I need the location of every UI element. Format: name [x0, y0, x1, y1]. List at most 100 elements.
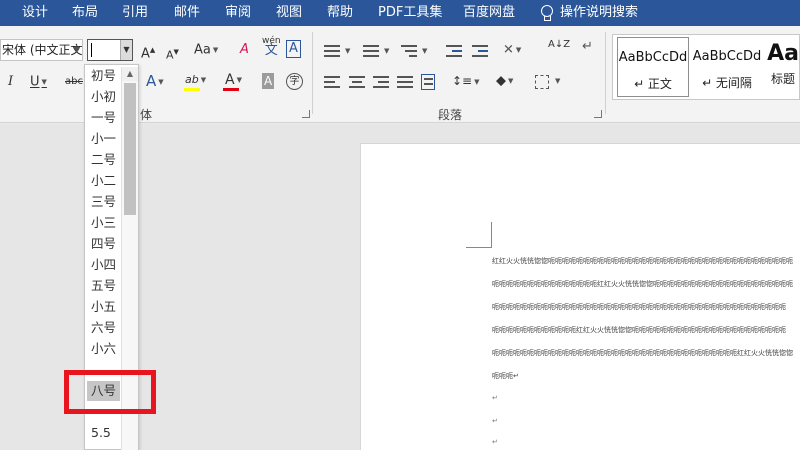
font-color-button[interactable]: A ▼ — [225, 72, 242, 88]
borders-dropdown[interactable]: ▼ — [553, 73, 560, 90]
paint-bucket-icon: ◆ — [496, 73, 506, 89]
tab-design[interactable]: 设计 — [22, 0, 48, 26]
font-size-option[interactable]: 初号 — [91, 66, 116, 86]
tell-me-label: 操作说明搜索 — [560, 5, 639, 20]
bullets-icon[interactable] — [324, 45, 340, 57]
style-no-spacing[interactable]: AaBbCcDd ↵ 无间隔 — [691, 37, 763, 97]
font-size-option[interactable]: 小三 — [91, 213, 116, 233]
numbering-dropdown[interactable]: ▼ — [382, 43, 389, 60]
grow-font-button[interactable]: A▲ — [141, 42, 155, 62]
font-dialog-launcher-icon[interactable] — [302, 110, 310, 118]
font-size-option[interactable]: 小二 — [91, 171, 116, 191]
font-size-option[interactable]: 四号 — [91, 234, 116, 254]
italic-button[interactable]: I — [8, 74, 13, 90]
paragraph-mark: ↵ — [492, 417, 498, 425]
document-line[interactable]: 呃呃呃↵ — [492, 371, 800, 381]
font-size-option[interactable]: 小六 — [91, 339, 116, 359]
clear-format-button[interactable]: A — [240, 42, 249, 58]
shrink-font-button[interactable]: A▼ — [166, 44, 179, 64]
char-border-button[interactable]: A — [286, 40, 301, 58]
borders-icon[interactable] — [535, 75, 549, 89]
style-name: ↵ 无间隔 — [702, 76, 752, 90]
align-left-icon[interactable] — [324, 76, 340, 88]
align-right-icon[interactable] — [373, 76, 389, 88]
enclose-char-button[interactable]: 字 — [286, 73, 303, 90]
document-line[interactable]: 呃呃呃呃呃呃呃呃呃呃呃呃红红火火恍恍惚惚呃呃呃呃呃呃呃呃呃呃呃呃呃呃呃呃呃呃呃呃… — [492, 325, 800, 335]
tab-view[interactable]: 视图 — [276, 0, 302, 26]
paragraph-dialog-launcher-icon[interactable] — [594, 110, 602, 118]
chevron-down-icon[interactable]: ▼ — [120, 40, 132, 60]
char-shading-icon: A — [264, 74, 273, 88]
document-line[interactable]: 呃呃呃呃呃呃呃呃呃呃呃呃呃呃呃呃呃呃呃呃呃呃呃呃呃呃呃呃呃呃呃呃呃呃呃红红火火恍… — [492, 348, 800, 358]
highlighter-icon: ab — [185, 73, 199, 86]
paragraph-mark: ↵ — [492, 394, 498, 402]
font-size-option[interactable]: 三号 — [91, 192, 116, 212]
text-caret — [91, 43, 92, 57]
font-size-option[interactable]: 六号 — [91, 318, 116, 338]
style-sample: Aa — [767, 41, 799, 66]
style-heading[interactable]: Aa 标题 — [763, 37, 800, 97]
distributed-icon[interactable] — [421, 74, 435, 90]
numbering-icon[interactable] — [363, 45, 379, 57]
group-separator — [605, 32, 606, 114]
tab-layout[interactable]: 布局 — [72, 0, 98, 26]
font-size-option[interactable]: 二号 — [91, 150, 116, 170]
shading-button[interactable]: ◆ ▼ — [496, 73, 513, 90]
font-size-option[interactable]: 五号 — [91, 276, 116, 296]
asian-layout-button[interactable]: ✕ ▼ — [503, 42, 521, 59]
chevron-down-icon[interactable]: ▼ — [74, 40, 80, 60]
font-color-icon: A — [225, 72, 235, 88]
enclose-icon: 字 — [289, 76, 300, 87]
align-center-icon[interactable] — [349, 76, 365, 88]
show-marks-icon: ↵ — [582, 39, 593, 54]
style-normal[interactable]: AaBbCcDd ↵ 正文 — [617, 37, 689, 97]
document-line[interactable]: 呃呃呃呃呃呃呃呃呃呃呃呃呃呃呃红红火火恍恍惚惚呃呃呃呃呃呃呃呃呃呃呃呃呃呃呃呃呃… — [492, 279, 800, 289]
strikethrough-button[interactable]: abc — [65, 74, 83, 90]
font-size-option[interactable]: 一号 — [91, 108, 116, 128]
tab-pdf-tools[interactable]: PDF工具集 — [378, 0, 442, 26]
ribbon-tab-bar: 设计 布局 引用 邮件 审阅 视图 帮助 PDF工具集 百度网盘 操作说明搜索 — [0, 0, 800, 26]
shrink-font-icon: A — [166, 48, 174, 62]
increase-indent-icon[interactable] — [472, 45, 488, 57]
style-sample: AaBbCcDd — [692, 49, 762, 64]
sort-button[interactable]: A↓Z — [548, 40, 570, 50]
document-page[interactable] — [360, 143, 800, 450]
show-marks-button[interactable]: ↵ — [582, 39, 593, 55]
tell-me-search[interactable]: 操作说明搜索 — [540, 0, 638, 26]
font-size-combobox[interactable]: ▼ — [87, 39, 133, 61]
font-size-option[interactable]: 小初 — [91, 87, 116, 107]
phonetic-guide-button[interactable]: wén 文 — [262, 36, 281, 57]
font-size-option[interactable]: 5.5 — [91, 423, 111, 443]
line-spacing-button[interactable]: ↕≡ ▼ — [452, 73, 480, 90]
document-line[interactable]: 红红火火恍恍惚惚呃呃呃呃呃呃呃呃呃呃呃呃呃呃呃呃呃呃呃呃呃呃呃呃呃呃呃呃呃呃呃呃… — [492, 256, 800, 266]
tab-references[interactable]: 引用 — [122, 0, 148, 26]
font-size-option[interactable]: 小四 — [91, 255, 116, 275]
tab-review[interactable]: 审阅 — [225, 0, 251, 26]
scroll-up-arrow-icon[interactable]: ▲ — [122, 67, 138, 81]
font-size-option[interactable]: 小一 — [91, 129, 116, 149]
multilevel-list-icon[interactable] — [401, 45, 417, 57]
underline-button[interactable]: U ▼ — [30, 74, 47, 91]
group-separator — [312, 32, 313, 114]
decrease-indent-icon[interactable] — [446, 45, 462, 57]
multilevel-dropdown[interactable]: ▼ — [420, 43, 427, 60]
text-effects-button[interactable]: A ▼ — [146, 73, 164, 90]
scrollbar-thumb[interactable] — [124, 83, 136, 215]
tab-mailings[interactable]: 邮件 — [174, 0, 200, 26]
style-name: ↵ 正文 — [634, 77, 672, 91]
italic-icon: I — [8, 74, 14, 89]
char-shading-button[interactable]: A — [262, 73, 275, 89]
font-size-option[interactable]: 小五 — [91, 297, 116, 317]
strikethrough-icon: abc — [65, 76, 83, 87]
tab-baidu-netdisk[interactable]: 百度网盘 — [463, 0, 515, 26]
bullets-dropdown[interactable]: ▼ — [343, 43, 350, 60]
grow-font-icon: A — [141, 46, 150, 62]
justify-icon[interactable] — [397, 76, 413, 88]
change-case-button[interactable]: Aa ▼ — [194, 42, 218, 59]
annotation-highlight-box — [64, 370, 156, 414]
document-line[interactable]: 呃呃呃呃呃呃呃呃呃呃呃呃呃呃呃呃呃呃呃呃呃呃呃呃呃呃呃呃呃呃呃呃呃呃呃呃呃呃呃呃… — [492, 302, 800, 312]
font-name-combobox[interactable]: 宋体 (中文正文) ▼ — [0, 39, 83, 61]
highlight-button[interactable]: ab ▼ — [185, 72, 206, 88]
tab-help[interactable]: 帮助 — [327, 0, 353, 26]
eraser-icon: A — [240, 42, 249, 57]
